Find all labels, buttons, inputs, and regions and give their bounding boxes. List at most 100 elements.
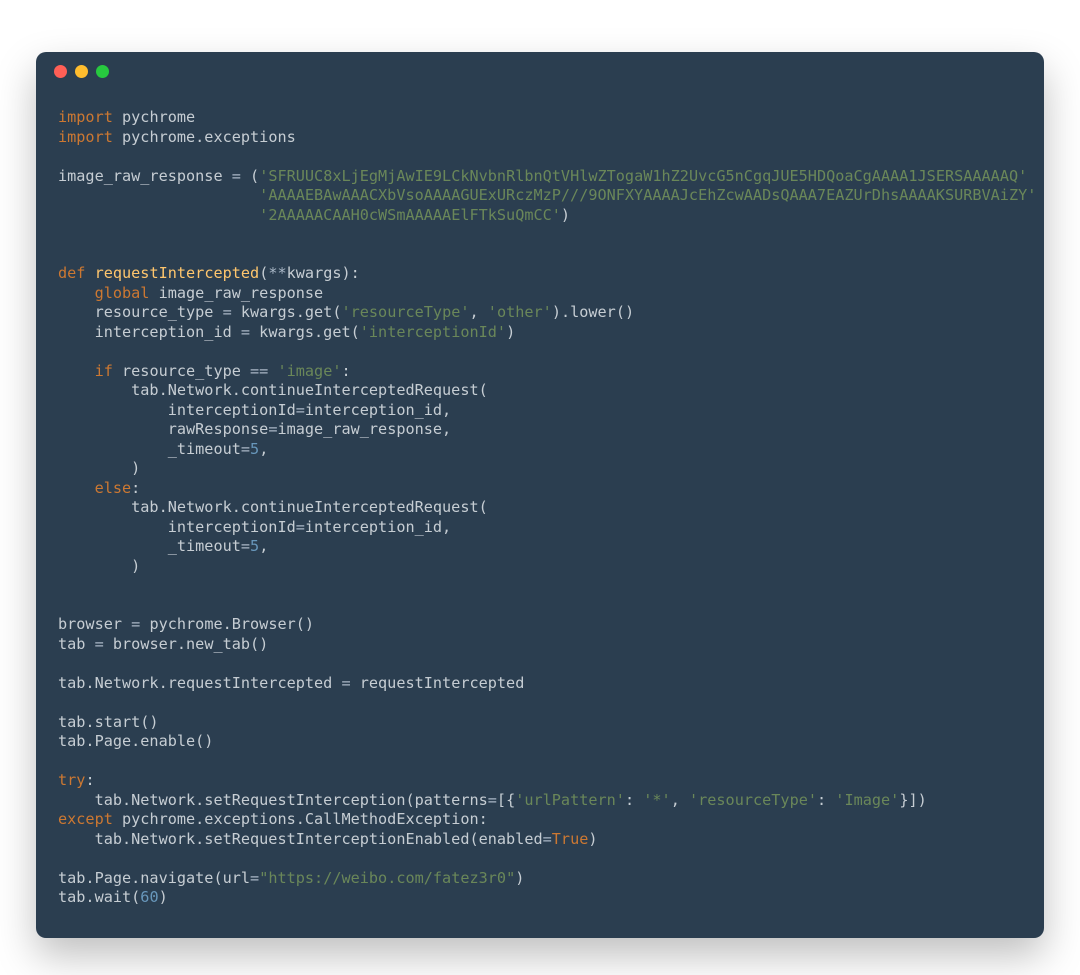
code-token: ) [588, 830, 597, 848]
code-token: tab.Network.setRequestInterceptionEnable… [58, 830, 543, 848]
code-token: "https://weibo.com/fatez3r0" [259, 869, 515, 887]
code-token: kwargs.get( [250, 323, 360, 341]
code-line: def requestIntercepted(**kwargs): [58, 264, 1022, 284]
code-token [58, 284, 95, 302]
code-line: tab.Page.navigate(url="https://weibo.com… [58, 869, 1022, 889]
code-token: : [625, 791, 643, 809]
minimize-icon[interactable] [75, 65, 88, 78]
code-token: 'resourceType' [341, 303, 469, 321]
code-token: = [131, 615, 140, 633]
code-token: try [58, 771, 85, 789]
code-token: image_raw_response [149, 284, 323, 302]
code-token: browser [58, 615, 131, 633]
code-line: if resource_type == 'image': [58, 362, 1022, 382]
code-token: : [817, 791, 835, 809]
code-token: global [95, 284, 150, 302]
code-line: tab.Network.continueInterceptedRequest( [58, 498, 1022, 518]
code-token: , [259, 440, 268, 458]
code-token: 5 [250, 537, 259, 555]
page-root: import pychromeimport pychrome.exception… [0, 0, 1080, 975]
code-line: tab.start() [58, 713, 1022, 733]
code-token: ).lower() [552, 303, 634, 321]
code-token: ) [561, 206, 570, 224]
close-icon[interactable] [54, 65, 67, 78]
code-line: 'AAAAEBAwAAACXbVsoAAAAGUExURczMzP///9ONF… [58, 186, 1022, 206]
code-line: resource_type = kwargs.get('resourceType… [58, 303, 1022, 323]
code-token: interceptionId [58, 401, 296, 419]
code-token: interception_id, [305, 518, 451, 536]
code-line: interception_id = kwargs.get('intercepti… [58, 323, 1022, 343]
code-token: _timeout [58, 537, 241, 555]
code-token: 'Image' [835, 791, 899, 809]
code-token: def [58, 264, 85, 282]
code-token: _timeout [58, 440, 241, 458]
code-token: 'resourceType' [689, 791, 817, 809]
zoom-icon[interactable] [96, 65, 109, 78]
code-line [58, 849, 1022, 869]
code-token: 'urlPattern' [515, 791, 625, 809]
code-token [58, 186, 259, 204]
code-token: requestIntercepted [351, 674, 525, 692]
code-window: import pychromeimport pychrome.exception… [36, 52, 1044, 938]
code-line: tab.Network.setRequestInterception(patte… [58, 791, 1022, 811]
code-token [85, 264, 94, 282]
code-line [58, 342, 1022, 362]
code-token: : [342, 362, 351, 380]
code-token: = [341, 674, 350, 692]
code-token: ) [515, 869, 524, 887]
code-token: tab.start() [58, 713, 159, 731]
code-token: '2AAAAACAAH0cWSmAAAAAElFTkSuQmCC' [259, 206, 561, 224]
code-token: interception_id, [305, 401, 451, 419]
code-line: tab.Page.enable() [58, 732, 1022, 752]
code-token: resource_type [58, 303, 223, 321]
code-token: = [543, 830, 552, 848]
code-token [58, 479, 95, 497]
code-token: tab.Page.navigate(url [58, 869, 250, 887]
code-token: , [671, 791, 689, 809]
code-token: True [552, 830, 589, 848]
code-line [58, 693, 1022, 713]
code-token: 'AAAAEBAwAAACXbVsoAAAAGUExURczMzP///9ONF… [259, 186, 1036, 204]
code-line: ) [58, 557, 1022, 577]
code-token: except [58, 810, 113, 828]
code-line: tab = browser.new_tab() [58, 635, 1022, 655]
code-token: }]) [899, 791, 926, 809]
code-token: == [250, 362, 268, 380]
code-token: requestIntercepted [95, 264, 260, 282]
code-line: global image_raw_response [58, 284, 1022, 304]
code-token: 60 [140, 888, 158, 906]
code-line: tab.Network.setRequestInterceptionEnable… [58, 830, 1022, 850]
code-line [58, 225, 1022, 245]
code-token: kwargs.get( [232, 303, 342, 321]
code-line: else: [58, 479, 1022, 499]
code-token: = [95, 635, 104, 653]
code-block: import pychromeimport pychrome.exception… [36, 90, 1044, 938]
code-token: tab.wait( [58, 888, 140, 906]
code-line [58, 576, 1022, 596]
code-token: = [250, 869, 259, 887]
code-token: = [241, 323, 250, 341]
code-line: image_raw_response = ('SFRUUC8xLjEgMjAwI… [58, 167, 1022, 187]
code-token: rawResponse [58, 420, 268, 438]
code-token: ( [241, 167, 259, 185]
code-token: if [95, 362, 113, 380]
code-token: tab.Network.requestIntercepted [58, 674, 341, 692]
code-token: : [85, 771, 94, 789]
code-token: pychrome.exceptions [113, 128, 296, 146]
code-line: interceptionId=interception_id, [58, 401, 1022, 421]
code-token: tab.Page.enable() [58, 732, 213, 750]
code-token: pychrome [113, 108, 195, 126]
code-token: 'interceptionId' [360, 323, 506, 341]
code-token: ) [58, 557, 140, 575]
code-token: ( [259, 264, 268, 282]
code-token: ) [506, 323, 515, 341]
code-line [58, 245, 1022, 265]
code-token: '*' [643, 791, 670, 809]
code-token: image_raw_response, [277, 420, 451, 438]
code-token: tab.Network.continueInterceptedRequest( [58, 498, 488, 516]
code-line: '2AAAAACAAH0cWSmAAAAAElFTkSuQmCC') [58, 206, 1022, 226]
code-line [58, 752, 1022, 772]
code-line [58, 147, 1022, 167]
code-line: ) [58, 459, 1022, 479]
code-line: except pychrome.exceptions.CallMethodExc… [58, 810, 1022, 830]
